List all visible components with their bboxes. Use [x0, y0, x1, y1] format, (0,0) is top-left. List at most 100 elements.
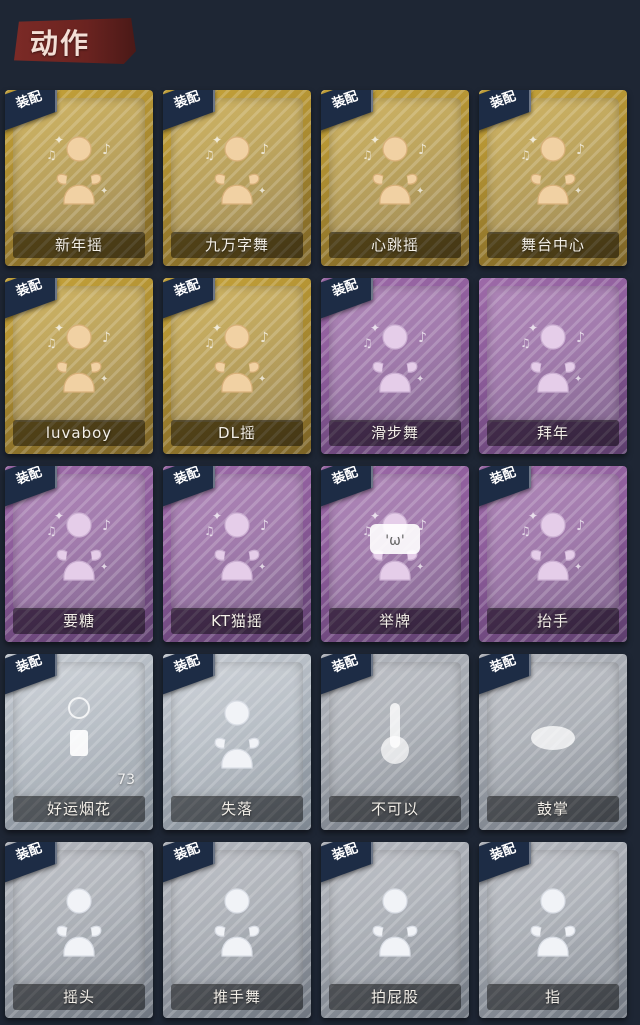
- emote-label: 拍屁股: [329, 984, 461, 1010]
- svg-text:♫: ♫: [520, 524, 531, 538]
- svg-text:♫: ♫: [46, 336, 57, 350]
- emote-label: 举牌: [329, 608, 461, 634]
- svg-text:♪: ♪: [576, 330, 585, 346]
- emote-grid: ♪ ♫ ✦ ✦ 装配 新年摇 ♪ ♫ ✦ ✦ 装配 九万字舞 ♪ ♫ ✦ ✦ 装配 心跳摇 ♪ ♫ ✦ ✦…: [5, 90, 635, 1020]
- cat-dance-icon: ♪ ♫✦ ✦: [204, 509, 269, 581]
- emote-card[interactable]: 装配 失落: [163, 654, 311, 830]
- svg-text:♪: ♪: [102, 142, 111, 158]
- svg-text:✦: ✦: [370, 509, 380, 523]
- svg-text:♫: ♫: [362, 336, 373, 350]
- svg-text:✦: ✦: [100, 374, 108, 385]
- svg-text:✦: ✦: [416, 562, 424, 573]
- emote-card[interactable]: ♪ ♫ ✦ ✦ 装配 KT猫摇: [163, 466, 311, 642]
- svg-text:♫: ♫: [362, 148, 373, 162]
- emote-label: 推手舞: [171, 984, 303, 1010]
- emote-label: 不可以: [329, 796, 461, 822]
- new-year-dance-icon: ♪ ♫✦ ✦: [46, 133, 111, 205]
- sign-icon: ♪ ♫✦ ✦ 'ω': [362, 509, 427, 581]
- svg-text:✦: ✦: [54, 509, 64, 523]
- heartbeat-dance-icon: ♪ ♫✦ ✦: [362, 133, 427, 205]
- emote-label: 鼓掌: [487, 796, 619, 822]
- svg-text:♪: ♪: [576, 142, 585, 158]
- svg-text:♪: ♪: [260, 142, 269, 158]
- emote-card[interactable]: 装配指: [479, 842, 627, 1018]
- header: 动作: [0, 0, 640, 80]
- emote-card[interactable]: 装配 鼓掌: [479, 654, 627, 830]
- dance-icon: ♪ ♫✦ ✦: [204, 321, 269, 393]
- svg-text:♪: ♪: [418, 330, 427, 346]
- shake-head-icon: [56, 888, 102, 957]
- emote-card[interactable]: ♪ ♫ ✦ ✦ 装配 滑步舞: [321, 278, 469, 454]
- emote-card[interactable]: ♪ ♫ ✦ ✦ 拜年: [479, 278, 627, 454]
- svg-text:♫: ♫: [204, 336, 215, 350]
- svg-text:✦: ✦: [574, 562, 582, 573]
- emote-card[interactable]: ♪ ♫ ✦ ✦ 装配 luvaboy: [5, 278, 153, 454]
- emote-label: 摇头: [13, 984, 145, 1010]
- svg-text:✦: ✦: [258, 562, 266, 573]
- svg-text:✦: ✦: [528, 509, 538, 523]
- emote-label: 拜年: [487, 420, 619, 446]
- page-title: 动作: [30, 27, 91, 60]
- svg-text:✦: ✦: [212, 133, 222, 147]
- svg-text:✦: ✦: [416, 374, 424, 385]
- emote-card[interactable]: ♪ ♫ ✦ ✦ 装配 DL摇: [163, 278, 311, 454]
- emote-card[interactable]: ♪ ♫ ✦ ✦ 装配 舞台中心: [479, 90, 627, 266]
- svg-text:✦: ✦: [54, 133, 64, 147]
- svg-text:✦: ✦: [416, 186, 424, 197]
- emote-label: 抬手: [487, 608, 619, 634]
- emote-label: 滑步舞: [329, 420, 461, 446]
- slide-dance-icon: ♪ ♫✦ ✦: [362, 321, 427, 393]
- svg-text:✦: ✦: [258, 186, 266, 197]
- emote-label: 舞台中心: [487, 232, 619, 258]
- dance-icon: ♪ ♫✦ ✦: [46, 321, 111, 393]
- svg-text:♪: ♪: [260, 518, 269, 534]
- emote-card[interactable]: 装配 推手舞: [163, 842, 311, 1018]
- emote-card[interactable]: ♪ ♫ ✦ ✦ 装配 要糖: [5, 466, 153, 642]
- svg-text:✦: ✦: [528, 133, 538, 147]
- svg-text:♫: ♫: [46, 524, 57, 538]
- sad-icon: [214, 700, 260, 769]
- item-count: 73: [117, 772, 135, 788]
- emote-card[interactable]: 装配 不可以: [321, 654, 469, 830]
- emote-card[interactable]: ♪ ♫ ✦ ✦ 'ω' 装配 举牌: [321, 466, 469, 642]
- emote-card[interactable]: ♪ ♫ ✦ ✦ 装配 心跳摇: [321, 90, 469, 266]
- emote-label: 要糖: [13, 608, 145, 634]
- svg-text:✦: ✦: [574, 186, 582, 197]
- no-icon: [381, 703, 409, 764]
- svg-text:✦: ✦: [54, 321, 64, 335]
- emote-card[interactable]: 装配 73 好运烟花: [5, 654, 153, 830]
- emote-label: 失落: [171, 796, 303, 822]
- svg-text:♫: ♫: [204, 148, 215, 162]
- svg-text:✦: ✦: [370, 133, 380, 147]
- emote-card[interactable]: ♪ ♫ ✦ ✦ 装配 九万字舞: [163, 90, 311, 266]
- fireworks-icon: [68, 697, 90, 756]
- emote-label: 好运烟花: [13, 796, 145, 822]
- raise-hand-icon: ♪ ♫✦ ✦: [520, 509, 585, 581]
- push-hand-dance-icon: [214, 888, 260, 957]
- emote-label: 新年摇: [13, 232, 145, 258]
- svg-text:'ω': 'ω': [385, 533, 404, 549]
- svg-text:✦: ✦: [100, 186, 108, 197]
- point-icon: [530, 888, 576, 957]
- svg-text:✦: ✦: [370, 321, 380, 335]
- svg-text:♫: ♫: [46, 148, 57, 162]
- svg-text:✦: ✦: [528, 321, 538, 335]
- greeting-icon: ♪ ♫✦ ✦: [520, 321, 585, 393]
- emote-card[interactable]: 装配 摇头: [5, 842, 153, 1018]
- emote-card[interactable]: ♪ ♫ ✦ ✦ 装配 新年摇: [5, 90, 153, 266]
- svg-text:✦: ✦: [258, 374, 266, 385]
- emote-card[interactable]: 装配 拍屁股: [321, 842, 469, 1018]
- svg-text:♫: ♫: [204, 524, 215, 538]
- dance-icon: ♪ ♫✦ ✦: [204, 133, 269, 205]
- emote-label: luvaboy: [13, 420, 145, 446]
- svg-text:♪: ♪: [102, 518, 111, 534]
- stage-center-icon: ♪ ♫✦ ✦: [520, 133, 585, 205]
- emote-card[interactable]: ♪ ♫ ✦ ✦ 装配 抬手: [479, 466, 627, 642]
- pat-butt-icon: [372, 888, 418, 957]
- svg-text:✦: ✦: [574, 374, 582, 385]
- emote-label: KT猫摇: [171, 608, 303, 634]
- emote-label: DL摇: [171, 420, 303, 446]
- emote-label: 九万字舞: [171, 232, 303, 258]
- svg-text:♪: ♪: [102, 330, 111, 346]
- svg-text:✦: ✦: [212, 321, 222, 335]
